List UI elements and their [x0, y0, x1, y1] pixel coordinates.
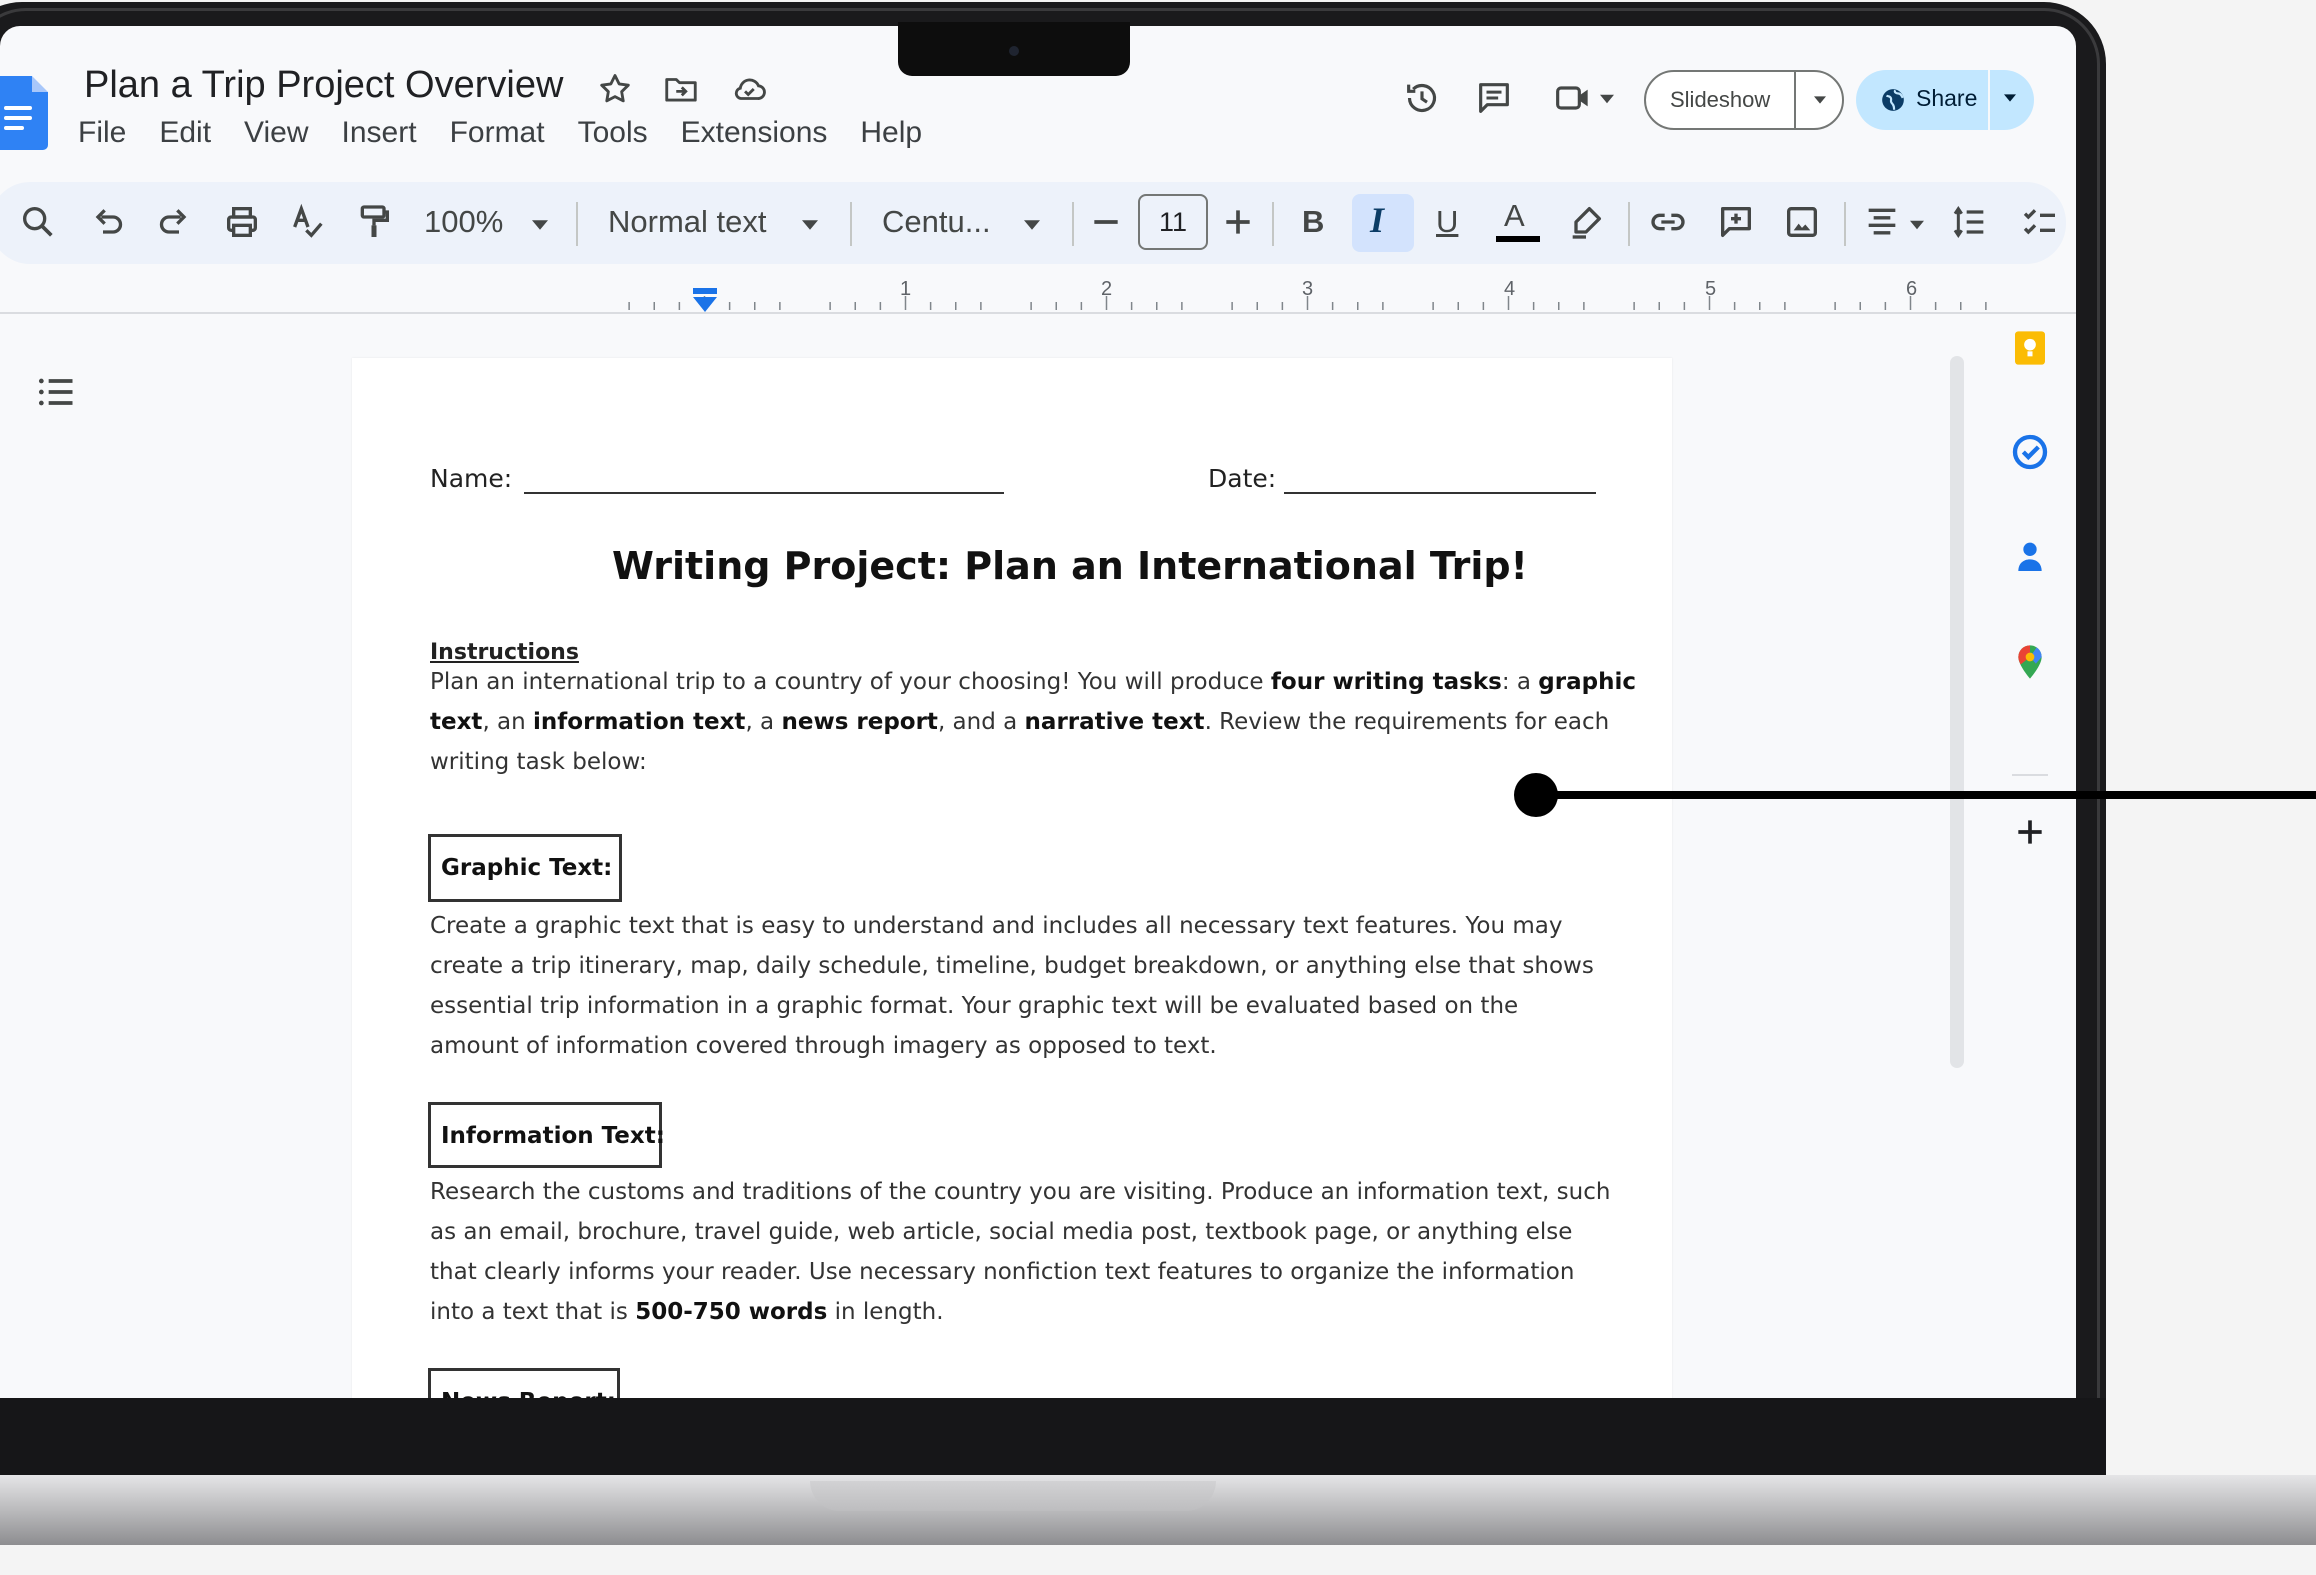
font-select[interactable]: Centu...: [882, 204, 991, 240]
add-icon[interactable]: [2010, 812, 2050, 852]
intro-paragraph: Plan an international trip to a country …: [430, 669, 1636, 775]
callout-line: [1536, 791, 2316, 799]
align-icon[interactable]: [1862, 202, 1902, 242]
decrease-font-size-icon[interactable]: [1086, 202, 1126, 242]
share-label: Share: [1916, 85, 1978, 111]
date-line: [1284, 492, 1596, 494]
text-color-swatch: [1496, 236, 1540, 242]
undo-icon[interactable]: [88, 202, 128, 242]
graphic-text-label-box: Graphic Text:: [428, 834, 622, 902]
tasks-icon[interactable]: [2010, 432, 2050, 472]
share-button[interactable]: Share: [1856, 70, 2034, 130]
document-title[interactable]: Plan a Trip Project Overview: [84, 64, 563, 107]
font-size-input[interactable]: 11: [1138, 194, 1208, 250]
checklist-icon[interactable]: [2020, 202, 2060, 242]
horizontal-ruler[interactable]: [0, 276, 2076, 314]
menu-bar: File Edit View Insert Format Tools Exten…: [78, 116, 955, 150]
underline-button[interactable]: U: [1436, 204, 1458, 240]
slideshow-dropdown-icon[interactable]: [1814, 96, 1826, 104]
align-dropdown-icon[interactable]: [1910, 220, 1924, 230]
version-history-icon[interactable]: [1402, 78, 1442, 118]
laptop-opening-lip: [810, 1481, 1216, 1511]
increase-font-size-icon[interactable]: [1218, 202, 1258, 242]
callout-dot: [1514, 773, 1558, 817]
bold-button[interactable]: B: [1302, 204, 1324, 240]
font-dropdown-icon[interactable]: [1024, 220, 1040, 230]
star-icon[interactable]: [596, 70, 634, 108]
paint-format-icon[interactable]: [354, 202, 394, 242]
meet-dropdown-icon[interactable]: [1600, 94, 1614, 104]
highlight-color-icon[interactable]: [1566, 202, 1606, 242]
spellcheck-icon[interactable]: [288, 202, 328, 242]
menu-help[interactable]: Help: [860, 116, 922, 150]
docs-logo-icon[interactable]: [0, 76, 48, 150]
move-to-folder-icon[interactable]: [662, 70, 700, 108]
meet-icon[interactable]: [1554, 78, 1598, 118]
maps-icon[interactable]: [2010, 642, 2050, 682]
laptop-hinge: [0, 1398, 2106, 1482]
insert-image-icon[interactable]: [1782, 202, 1822, 242]
text-color-button[interactable]: A: [1504, 198, 1525, 234]
menu-format[interactable]: Format: [450, 116, 545, 150]
document-heading: Writing Project: Plan an International T…: [612, 544, 1528, 588]
add-comment-icon[interactable]: [1716, 202, 1756, 242]
menu-insert[interactable]: Insert: [342, 116, 417, 150]
menu-file[interactable]: File: [78, 116, 126, 150]
document-page[interactable]: Name: Date: Writing Project: Plan an Int…: [352, 358, 1672, 1398]
link-icon[interactable]: [1648, 202, 1688, 242]
paragraph-style-select[interactable]: Normal text: [608, 204, 766, 240]
contacts-icon[interactable]: [2010, 536, 2050, 576]
menu-edit[interactable]: Edit: [159, 116, 211, 150]
docs-window: Plan a Trip Project Overview File Edit V…: [0, 26, 2076, 1398]
cloud-saved-icon[interactable]: [730, 70, 768, 108]
slideshow-label: Slideshow: [1670, 87, 1771, 112]
name-line: [524, 492, 1004, 494]
menu-view[interactable]: View: [244, 116, 308, 150]
share-dropdown-icon[interactable]: [2004, 94, 2016, 102]
print-icon[interactable]: [222, 202, 262, 242]
menu-tools[interactable]: Tools: [578, 116, 648, 150]
camera-lens: [1009, 46, 1019, 56]
style-dropdown-icon[interactable]: [802, 220, 818, 230]
line-spacing-icon[interactable]: [1950, 202, 1990, 242]
redo-icon[interactable]: [154, 202, 194, 242]
zoom-select[interactable]: 100%: [424, 204, 503, 240]
italic-button[interactable]: I: [1370, 199, 1384, 241]
slideshow-button[interactable]: Slideshow: [1644, 70, 1844, 130]
information-text-paragraph: Research the customs and traditions of t…: [430, 1179, 1611, 1325]
keep-icon[interactable]: [2010, 328, 2050, 368]
news-report-label-box: News Report:: [428, 1368, 620, 1398]
information-text-label-box: Information Text:: [428, 1102, 665, 1168]
date-label: Date:: [1208, 464, 1277, 493]
globe-icon: [1882, 89, 1904, 111]
search-icon[interactable]: [18, 202, 58, 242]
graphic-text-paragraph: Create a graphic text that is easy to un…: [430, 913, 1594, 1059]
comments-icon[interactable]: [1474, 78, 1514, 118]
vertical-scrollbar[interactable]: [1950, 356, 1964, 1068]
name-label: Name:: [430, 464, 513, 493]
screenshot-stage: Plan a Trip Project Overview File Edit V…: [0, 0, 2316, 1575]
document-outline-icon[interactable]: [34, 370, 78, 414]
menu-extensions[interactable]: Extensions: [681, 116, 828, 150]
indent-marker-icon[interactable]: [692, 288, 718, 316]
zoom-dropdown-icon[interactable]: [532, 220, 548, 230]
